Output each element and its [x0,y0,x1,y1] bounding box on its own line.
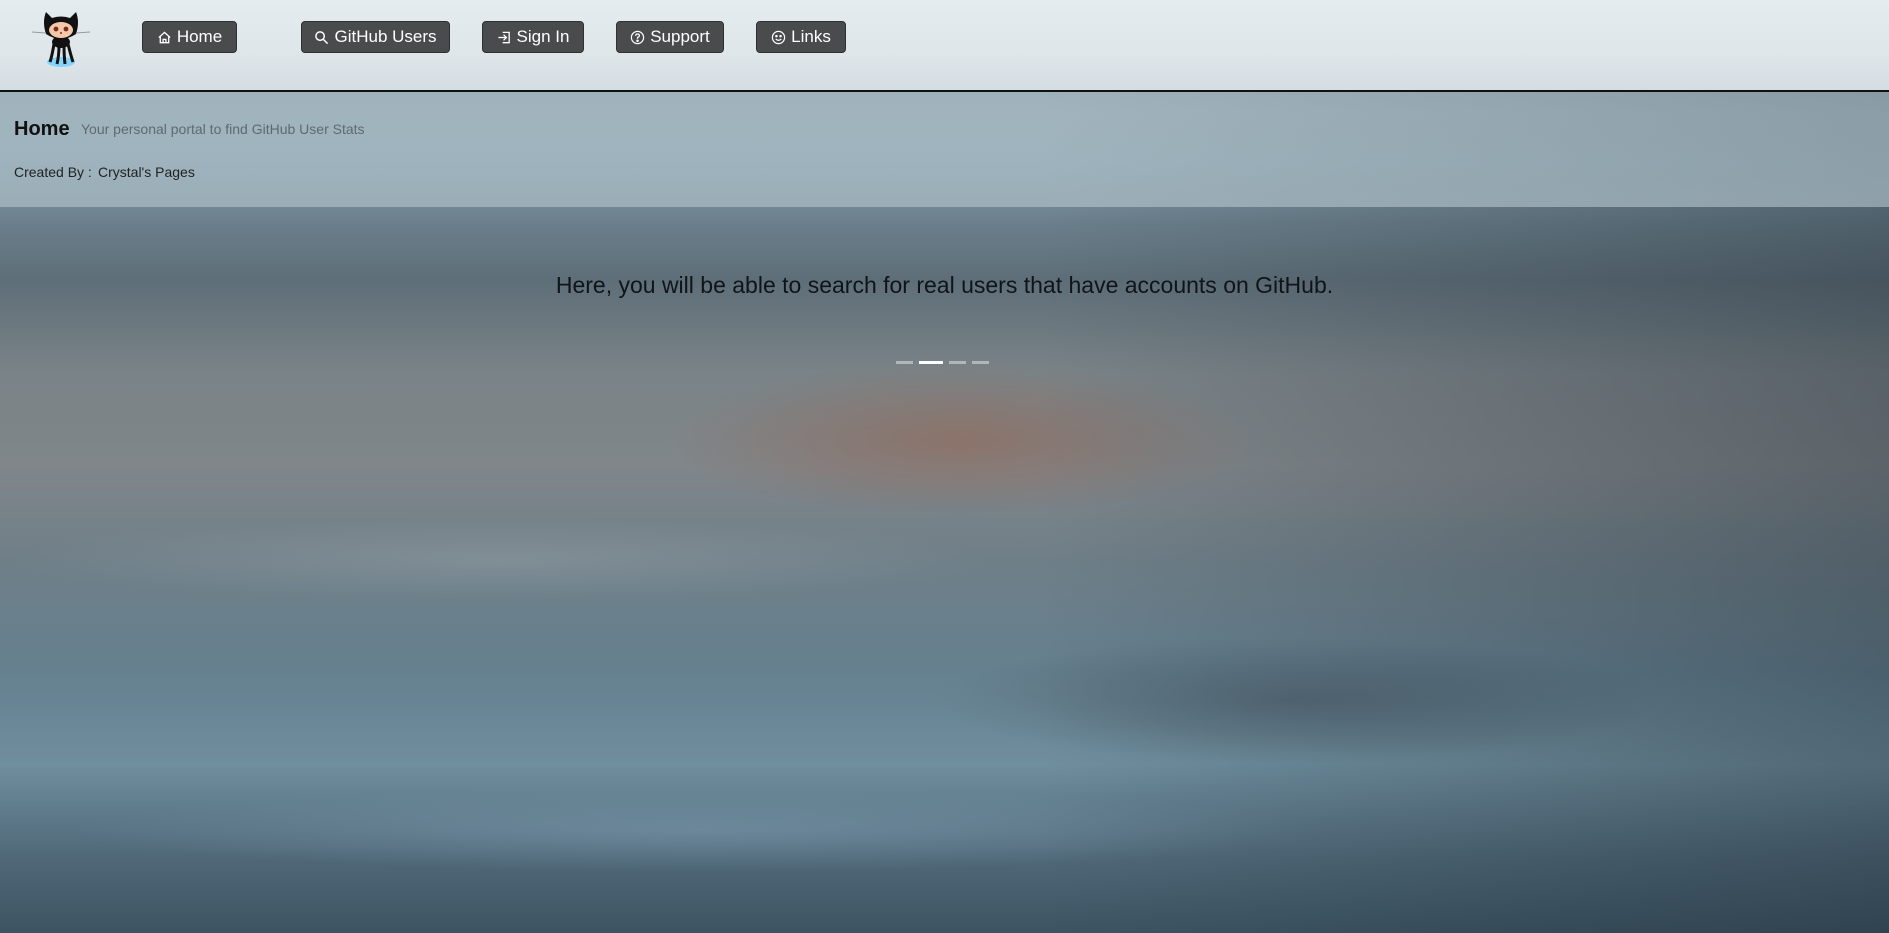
page-header [0,92,1889,207]
search-icon [315,30,329,44]
question-circle-icon [631,30,645,44]
created-by-value: Crystal's Pages [98,164,195,180]
carousel-caption: Here, you will be able to search for rea… [555,272,1334,298]
created-by-label: Created By : [14,164,92,180]
nav-support-label: Support [650,27,710,46]
nav-links-button[interactable]: Links [756,21,846,53]
carousel-indicator-4[interactable] [972,361,989,364]
sign-in-icon [497,31,510,43]
nav-links-label: Links [791,27,831,46]
nav-github-users-label: GitHub Users [334,27,437,46]
nav-sign-in-button[interactable]: Sign In [482,21,584,53]
page-title: Home [14,118,70,140]
smiley-icon [771,30,786,44]
nav-home-button[interactable]: Home [142,21,237,53]
github-logo-icon[interactable] [30,4,92,70]
carousel-indicator-1[interactable] [896,361,913,364]
top-navbar: Home GitHub Users Sign In Support Links [0,0,1889,92]
carousel-indicator-2[interactable] [919,361,943,364]
carousel-indicators [896,361,989,364]
nav-github-users-button[interactable]: GitHub Users [301,21,450,53]
carousel-indicator-3[interactable] [949,361,966,364]
page-subtitle: Your personal portal to find GitHub User… [81,121,365,137]
nav-home-label: Home [176,27,223,46]
nav-sign-in-label: Sign In [516,27,570,46]
nav-support-button[interactable]: Support [616,21,724,53]
home-icon [158,30,171,43]
